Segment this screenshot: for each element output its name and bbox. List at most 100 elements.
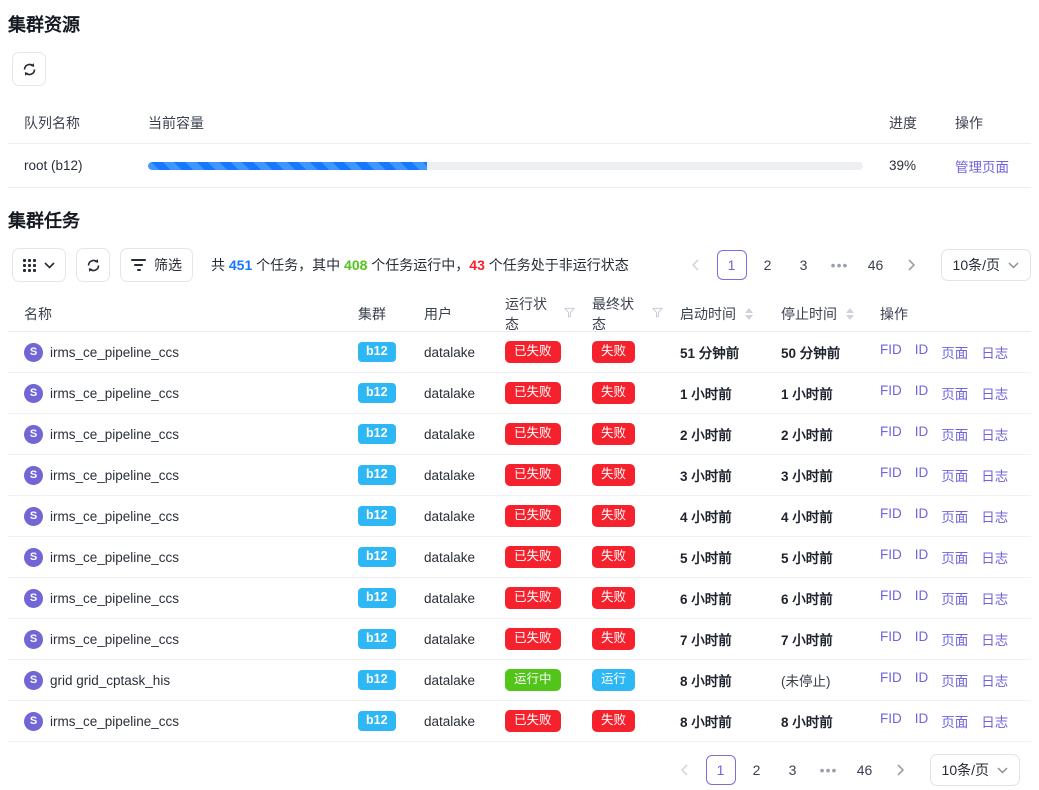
id-link[interactable]: ID: [915, 383, 929, 403]
task-start-time-cell: 7 小时前: [664, 629, 765, 649]
task-run-status-cell: 运行中: [489, 669, 576, 691]
fid-link[interactable]: FID: [880, 711, 902, 731]
spark-avatar-icon: S: [24, 548, 43, 567]
task-final-status-cell: 失败: [576, 505, 664, 527]
id-link[interactable]: ID: [915, 629, 929, 649]
col-stop-time[interactable]: 停止时间: [765, 304, 864, 324]
start-time: 8 小时前: [680, 711, 732, 731]
run-status-badge: 已失败: [505, 382, 561, 404]
column-filter-icon[interactable]: [651, 306, 664, 322]
spark-avatar-icon: S: [24, 712, 43, 731]
pagination-next-button[interactable]: [897, 250, 927, 280]
pagination-prev-button[interactable]: [681, 250, 711, 280]
task-ops-cell: FID ID 页面日志: [864, 465, 1031, 485]
user-name: datalake: [424, 673, 475, 688]
log-link[interactable]: 日志: [981, 342, 1008, 362]
page-link[interactable]: 页面: [941, 424, 968, 444]
col-final-status[interactable]: 最终状态: [576, 294, 664, 334]
log-link[interactable]: 日志: [981, 506, 1008, 526]
page-link[interactable]: 页面: [941, 506, 968, 526]
id-link[interactable]: ID: [915, 506, 929, 526]
id-link[interactable]: ID: [915, 342, 929, 362]
page-size-select[interactable]: 10条/页: [941, 249, 1031, 281]
col-start-time[interactable]: 启动时间: [664, 304, 765, 324]
log-link[interactable]: 日志: [981, 465, 1008, 485]
fid-link[interactable]: FID: [880, 629, 902, 649]
pagination-page-2[interactable]: 2: [742, 755, 772, 785]
id-link[interactable]: ID: [915, 465, 929, 485]
capacity-progress-bar: [148, 162, 863, 170]
log-link[interactable]: 日志: [981, 670, 1008, 690]
log-link[interactable]: 日志: [981, 629, 1008, 649]
page-link[interactable]: 页面: [941, 547, 968, 567]
column-filter-icon[interactable]: [563, 306, 576, 322]
id-link[interactable]: ID: [915, 670, 929, 690]
fid-link[interactable]: FID: [880, 547, 902, 567]
id-link[interactable]: ID: [915, 547, 929, 567]
fid-link[interactable]: FID: [880, 588, 902, 608]
action-links: FID ID 页面日志: [880, 506, 1008, 526]
column-sorter-icon[interactable]: [745, 308, 753, 320]
page-link[interactable]: 页面: [941, 465, 968, 485]
final-status-badge: 失败: [592, 341, 635, 363]
fid-link[interactable]: FID: [880, 506, 902, 526]
pagination-ellipsis: •••: [825, 250, 855, 280]
page-link[interactable]: 页面: [941, 588, 968, 608]
task-start-time-cell: 5 小时前: [664, 547, 765, 567]
fid-link[interactable]: FID: [880, 383, 902, 403]
pagination-page-1[interactable]: 1: [706, 755, 736, 785]
fid-link[interactable]: FID: [880, 465, 902, 485]
column-sorter-icon[interactable]: [846, 308, 854, 320]
filter-button[interactable]: 筛选: [120, 248, 193, 282]
fid-link[interactable]: FID: [880, 342, 902, 362]
tasks-refresh-button[interactable]: [76, 248, 110, 282]
page-link[interactable]: 页面: [941, 670, 968, 690]
task-final-status-cell: 运行: [576, 669, 664, 691]
fid-link[interactable]: FID: [880, 670, 902, 690]
resources-refresh-button[interactable]: [12, 52, 46, 86]
col-cluster[interactable]: 集群: [342, 304, 408, 324]
cluster-tag: b12: [358, 547, 396, 567]
page-link[interactable]: 页面: [941, 383, 968, 403]
fid-link[interactable]: FID: [880, 424, 902, 444]
pagination-next-button[interactable]: [886, 755, 916, 785]
pagination-page-3[interactable]: 3: [789, 250, 819, 280]
log-link[interactable]: 日志: [981, 547, 1008, 567]
task-user-cell: datalake: [408, 673, 489, 688]
pagination-page-2[interactable]: 2: [753, 250, 783, 280]
pagination-page-3[interactable]: 3: [778, 755, 808, 785]
task-name-cell: Sirms_ce_pipeline_ccs: [8, 507, 342, 526]
pagination-page-1[interactable]: 1: [717, 250, 747, 280]
task-cluster-cell: b12: [342, 711, 408, 731]
page-link[interactable]: 页面: [941, 629, 968, 649]
cluster-tag: b12: [358, 588, 396, 608]
task-stop-time-cell: (未停止): [765, 670, 864, 690]
col-name[interactable]: 名称: [8, 304, 342, 324]
chevron-down-icon: [44, 262, 55, 269]
log-link[interactable]: 日志: [981, 588, 1008, 608]
manage-page-link[interactable]: 管理页面: [955, 160, 1009, 175]
task-start-time-cell: 8 小时前: [664, 711, 765, 731]
column-settings-button[interactable]: [12, 248, 66, 282]
pagination-page-46[interactable]: 46: [861, 250, 891, 280]
col-user[interactable]: 用户: [408, 304, 489, 324]
id-link[interactable]: ID: [915, 711, 929, 731]
stop-time: 6 小时前: [781, 588, 833, 608]
id-link[interactable]: ID: [915, 424, 929, 444]
pagination-prev-button[interactable]: [670, 755, 700, 785]
pagination-page-46[interactable]: 46: [850, 755, 880, 785]
spark-avatar-icon: S: [24, 343, 43, 362]
log-link[interactable]: 日志: [981, 711, 1008, 731]
task-stop-time-cell: 8 小时前: [765, 711, 864, 731]
task-cluster-cell: b12: [342, 424, 408, 444]
col-run-status[interactable]: 运行状态: [489, 294, 576, 334]
log-link[interactable]: 日志: [981, 424, 1008, 444]
log-link[interactable]: 日志: [981, 383, 1008, 403]
task-name: irms_ce_pipeline_ccs: [50, 468, 179, 483]
page-size-select[interactable]: 10条/页: [930, 754, 1020, 786]
page-link[interactable]: 页面: [941, 711, 968, 731]
page-link[interactable]: 页面: [941, 342, 968, 362]
id-link[interactable]: ID: [915, 588, 929, 608]
task-cluster-cell: b12: [342, 342, 408, 362]
refresh-icon: [22, 62, 37, 77]
